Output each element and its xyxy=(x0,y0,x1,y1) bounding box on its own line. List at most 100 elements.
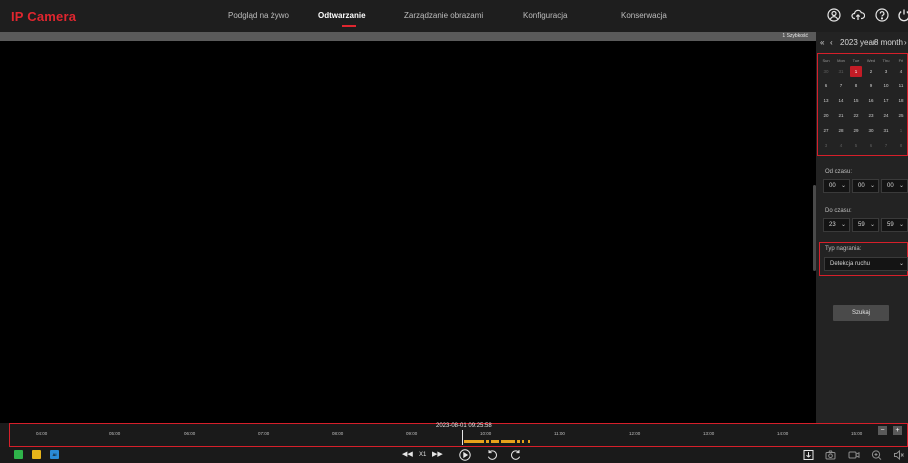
chevron-down-icon: ⌄ xyxy=(898,183,904,189)
help-icon[interactable] xyxy=(875,8,889,22)
prev-year-button[interactable]: « xyxy=(820,38,824,47)
timeline-tick: 09:00 xyxy=(406,431,418,436)
calendar-day[interactable]: 9 xyxy=(865,80,877,91)
playhead[interactable] xyxy=(462,430,463,445)
calendar-day[interactable]: 1 xyxy=(895,125,907,136)
zoom-in-button[interactable]: + xyxy=(893,426,902,435)
calendar-day[interactable]: 11 xyxy=(895,80,907,91)
calendar-day[interactable]: 15 xyxy=(850,95,862,106)
weekday-header: Thu xyxy=(882,58,890,63)
calendar-day-selected[interactable]: 1 xyxy=(850,66,862,77)
nav-configuration[interactable]: Konfiguracja xyxy=(523,11,567,20)
record-type-select[interactable]: Detekcja ruchu ⌄ xyxy=(824,257,908,271)
start-minute-select[interactable]: 00 ⌄ xyxy=(852,179,879,193)
ai-record-toggle[interactable]: AI xyxy=(50,450,59,459)
calendar-day[interactable]: 24 xyxy=(880,110,892,121)
volume-icon[interactable] xyxy=(893,449,905,461)
nav-image-management[interactable]: Zarządzanie obrazami xyxy=(404,11,483,20)
start-hour-value: 00 xyxy=(829,183,836,189)
calendar-day[interactable]: 6 xyxy=(865,140,877,151)
download-icon[interactable] xyxy=(803,449,814,461)
start-second-select[interactable]: 00 ⌄ xyxy=(881,179,908,193)
end-hour-select[interactable]: 23 ⌄ xyxy=(823,218,850,232)
calendar-day[interactable]: 30 xyxy=(820,66,832,77)
record-clip-icon[interactable] xyxy=(848,449,860,461)
calendar-day[interactable]: 14 xyxy=(835,95,847,106)
calendar-day[interactable]: 5 xyxy=(850,140,862,151)
calendar-day[interactable]: 3 xyxy=(820,140,832,151)
calendar-day[interactable]: 18 xyxy=(895,95,907,106)
calendar-day[interactable]: 29 xyxy=(850,125,862,136)
user-icon[interactable] xyxy=(827,8,841,22)
zoom-out-button[interactable]: − xyxy=(878,426,887,435)
next-month-button[interactable]: › xyxy=(904,38,907,47)
nav-live-view[interactable]: Podgląd na żywo xyxy=(228,11,289,20)
play-icon[interactable] xyxy=(459,449,471,461)
timeline[interactable]: 2023-08-01 09:25:58 04:00 05:00 06:00 07… xyxy=(9,423,908,447)
rewind-button[interactable]: ◀◀ xyxy=(402,449,413,461)
zoom-icon[interactable] xyxy=(871,449,882,461)
recording-segment xyxy=(464,440,484,443)
power-icon[interactable] xyxy=(897,8,908,22)
chevron-down-icon: ⌄ xyxy=(869,222,875,228)
calendar-day[interactable]: 21 xyxy=(835,110,847,121)
nav-maintenance[interactable]: Konserwacja xyxy=(621,11,667,20)
speed-label: 1 Szybkość xyxy=(782,33,808,39)
active-nav-indicator xyxy=(342,25,356,27)
calendar-grid: Sun Mon Tue Wed Thu Fri 30 31 1 2 3 4 6 … xyxy=(817,53,908,156)
calendar-day[interactable]: 3 xyxy=(880,66,892,77)
end-time-label: Do czasu: xyxy=(825,208,852,214)
calendar-day[interactable]: 20 xyxy=(820,110,832,121)
calendar-day[interactable]: 25 xyxy=(895,110,907,121)
start-hour-select[interactable]: 00 ⌄ xyxy=(823,179,850,193)
chevron-down-icon: ⌄ xyxy=(898,222,904,228)
calendar-day[interactable]: 8 xyxy=(850,80,862,91)
calendar-day[interactable]: 8 xyxy=(895,140,907,151)
start-minute-value: 00 xyxy=(858,183,865,189)
timeline-tick: 14:00 xyxy=(777,431,789,436)
recording-segment xyxy=(491,440,499,443)
weekday-header: Wed xyxy=(866,58,876,63)
cloud-icon[interactable] xyxy=(851,8,865,22)
prev-month-button[interactable]: ‹ xyxy=(830,38,833,47)
playback-controls: AI ◀◀ X1 ▶▶ xyxy=(0,447,908,463)
calendar-day[interactable]: 2 xyxy=(865,66,877,77)
timeline-tick: 10:00 xyxy=(480,431,492,436)
nav-playback[interactable]: Odtwarzanie xyxy=(318,11,366,20)
calendar-day[interactable]: 7 xyxy=(835,80,847,91)
normal-record-toggle[interactable] xyxy=(14,450,23,459)
calendar-day[interactable]: 17 xyxy=(880,95,892,106)
calendar-day[interactable]: 23 xyxy=(865,110,877,121)
calendar-day[interactable]: 7 xyxy=(880,140,892,151)
calendar-day[interactable]: 31 xyxy=(880,125,892,136)
replay-icon[interactable] xyxy=(487,449,498,461)
end-second-select[interactable]: 59 ⌄ xyxy=(881,218,908,232)
calendar-day[interactable]: 31 xyxy=(835,66,847,77)
calendar-day[interactable]: 27 xyxy=(820,125,832,136)
calendar-nav: « ‹ 2023 year 8 month › xyxy=(816,38,908,50)
calendar-day[interactable]: 4 xyxy=(895,66,907,77)
timeline-tick: 15:00 xyxy=(851,431,863,436)
calendar-day[interactable]: 28 xyxy=(835,125,847,136)
calendar-year[interactable]: 2023 year xyxy=(840,38,876,47)
end-hour-value: 23 xyxy=(829,222,836,228)
video-viewport[interactable] xyxy=(0,41,816,423)
calendar-day[interactable]: 13 xyxy=(820,95,832,106)
motion-record-toggle[interactable] xyxy=(32,450,41,459)
calendar-day[interactable]: 4 xyxy=(835,140,847,151)
calendar-month[interactable]: 8 month xyxy=(874,38,903,47)
playback-speed-bar: 1 Szybkość xyxy=(0,32,816,41)
search-button[interactable]: Szukaj xyxy=(833,305,889,321)
end-minute-select[interactable]: 59 ⌄ xyxy=(852,218,879,232)
fast-forward-button[interactable]: ▶▶ xyxy=(432,449,443,461)
current-timestamp: 2023-08-01 09:25:58 xyxy=(436,423,492,429)
camera-icon[interactable] xyxy=(825,449,836,461)
calendar-day[interactable]: 30 xyxy=(865,125,877,136)
calendar-day[interactable]: 16 xyxy=(865,95,877,106)
calendar-day[interactable]: 22 xyxy=(850,110,862,121)
calendar-day[interactable]: 6 xyxy=(820,80,832,91)
chevron-down-icon: ⌄ xyxy=(840,183,846,189)
calendar-day[interactable]: 10 xyxy=(880,80,892,91)
end-minute-value: 59 xyxy=(858,222,865,228)
refresh-icon[interactable] xyxy=(510,449,521,461)
